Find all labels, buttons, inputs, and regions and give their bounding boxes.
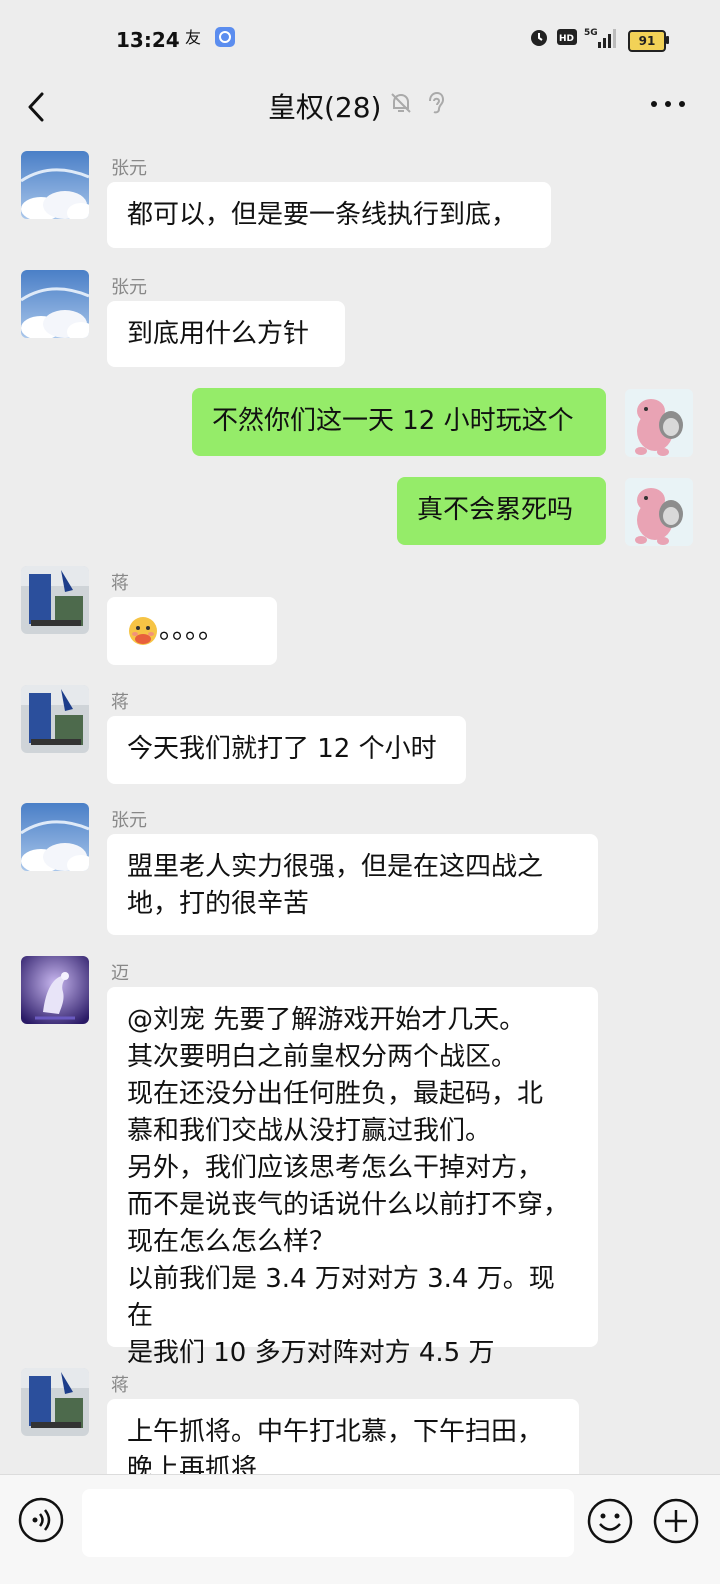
avatar[interactable] (21, 685, 89, 753)
more-dots-icon (651, 101, 685, 107)
battery-tip (666, 36, 669, 44)
hd-icon: HD (556, 26, 578, 53)
message-bubble[interactable]: @刘宠 先要了解游戏开始才几天。 其次要明白之前皇权分两个战区。 现在还没分出任… (107, 987, 598, 1368)
message-bubble[interactable]: 都可以，但是要一条线执行到底， (107, 182, 551, 248)
message-line: 以前我们是 3.4 万对对方 3.4 万。现在 (127, 1264, 555, 1331)
mute-bell-icon (388, 90, 414, 116)
message-bubble[interactable]: 。。。。 (107, 597, 277, 665)
smiley-icon (587, 1498, 633, 1544)
message-bubble[interactable]: 到底用什么方针 (107, 301, 345, 367)
battery-indicator: 91 (628, 30, 666, 52)
emoji-button[interactable] (586, 1497, 634, 1545)
message-line: 盟里老人实力很强，但是在这四战之 (127, 852, 544, 882)
more-options-button[interactable] (646, 84, 690, 124)
message-line: 地，打的很辛苦 (127, 889, 310, 919)
title-bar: 皇权(28) (0, 80, 720, 142)
message-line: 现在还没分出任何胜负，最起码，北 (127, 1079, 544, 1109)
message-line: 现在怎么怎么样？ (127, 1227, 336, 1257)
message-line: 另外，我们应该思考怎么干掉对方， (127, 1153, 544, 1183)
network-label: 5G (584, 28, 598, 38)
plus-icon (653, 1498, 699, 1544)
signal-icon: 5G (584, 26, 618, 55)
avatar[interactable] (21, 270, 89, 338)
more-functions-button[interactable] (652, 1497, 700, 1545)
message-line: 慕和我们交战从没打赢过我们。 (127, 1116, 492, 1146)
avatar[interactable] (625, 478, 693, 546)
message-list[interactable]: 张元（赵鹏） 都可以，但是要一条线执行到底， 张元（赵鹏） 到底用什么方针 不然… (0, 142, 720, 1474)
avatar[interactable] (21, 956, 89, 1024)
message-line: 其次要明白之前皇权分两个战区。 (127, 1042, 518, 1072)
voice-icon (18, 1497, 64, 1543)
avatar[interactable] (21, 566, 89, 634)
app-badge-icon (214, 26, 236, 53)
message-line: 晚上再抓将 (127, 1454, 258, 1474)
avatar[interactable] (625, 389, 693, 457)
avatar[interactable] (21, 803, 89, 871)
message-input[interactable] (82, 1489, 574, 1557)
message-line: 是我们 10 多万对阵对方 4.5 万 (127, 1338, 495, 1368)
message-bubble[interactable]: 上午抓将。中午打北慕，下午扫田， 晚上再抓将 (107, 1399, 579, 1474)
status-bar: 13:24 友 HD 5G 91 (0, 0, 720, 80)
message-line: @刘宠 先要了解游戏开始才几天。 (127, 1005, 526, 1035)
message-text: 。。。。 (159, 615, 225, 645)
emoji-icon (127, 615, 159, 647)
chat-screen: 13:24 友 HD 5G 91 皇权(28) 张元 都可以，但是要一条线执行到… (0, 0, 720, 1584)
message-line: 上午抓将。中午打北慕，下午扫田， (127, 1417, 544, 1447)
hd-label: HD (559, 34, 574, 44)
alarm-icon (528, 26, 550, 53)
voice-input-button[interactable] (18, 1497, 64, 1543)
back-button[interactable] (18, 86, 58, 126)
status-time: 13:24 (116, 28, 180, 52)
chat-title: 皇权(28) (268, 91, 382, 124)
ear-icon (422, 90, 448, 116)
chevron-left-icon (28, 92, 44, 122)
avatar[interactable] (21, 1368, 89, 1436)
sender-name: 迈 (111, 963, 129, 984)
message-bubble[interactable]: 不然你们这一天 12 小时玩这个 (192, 388, 606, 456)
app-notification-icon: 友 (184, 26, 206, 53)
input-bar (0, 1474, 720, 1584)
message-bubble[interactable]: 真不会累死吗 (397, 477, 606, 545)
avatar[interactable] (21, 151, 89, 219)
svg-text:友: 友 (185, 28, 201, 47)
message-bubble[interactable]: 今天我们就打了 12 个小时 (107, 716, 466, 784)
message-bubble[interactable]: 盟里老人实力很强，但是在这四战之 地，打的很辛苦 (107, 834, 598, 935)
message-line: 而不是说丧气的话说什么以前打不穿， (127, 1190, 570, 1220)
